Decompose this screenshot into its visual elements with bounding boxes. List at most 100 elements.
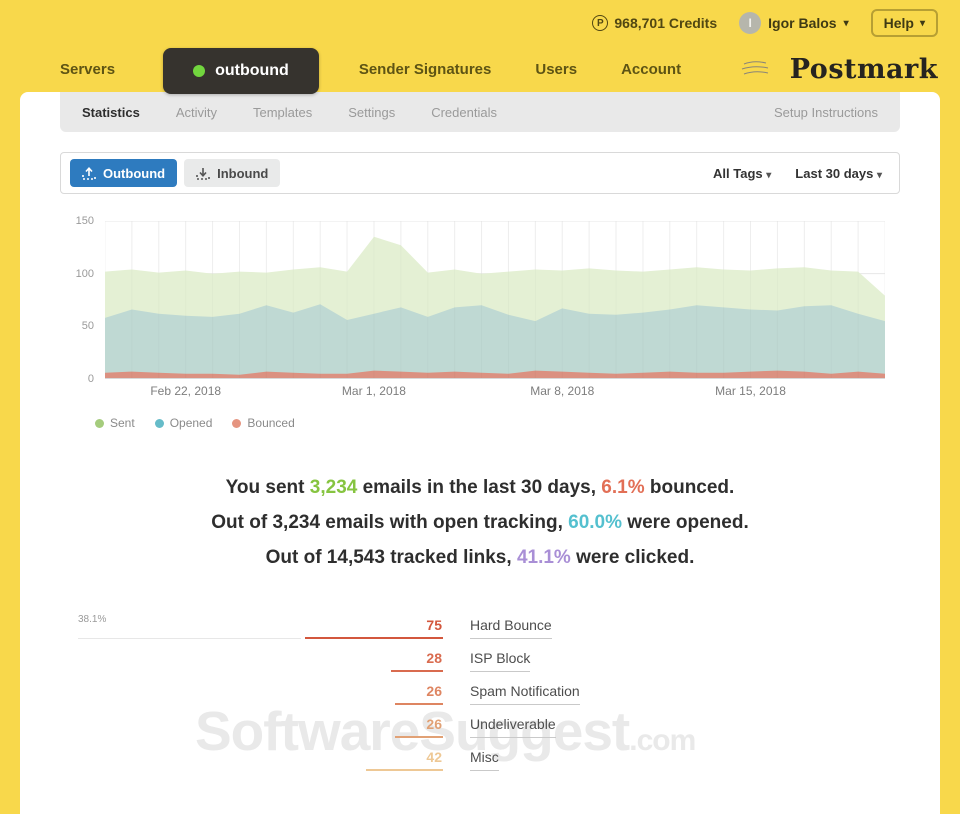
summary-text: bounced. [645, 477, 735, 498]
subnav-item-settings[interactable]: Settings [348, 105, 395, 120]
bounce-label-column: Spam Notification [470, 683, 580, 705]
bounce-count: 26 [426, 716, 442, 732]
logo-text: Postmark [790, 54, 938, 85]
summary-text: You sent [226, 477, 310, 498]
outbound-icon [82, 167, 96, 180]
tags-filter-value: All Tags [713, 166, 763, 181]
area-chart-plot [105, 221, 885, 379]
date-range-dropdown[interactable]: Last 30 days ▾ [795, 166, 882, 181]
active-server-tab[interactable]: outbound [163, 48, 319, 94]
chevron-down-icon: ▾ [844, 18, 849, 29]
legend-item-sent: Sent [95, 416, 135, 430]
nav-item-sender-signatures[interactable]: Sender Signatures [359, 61, 492, 78]
summary-text: were opened. [622, 512, 749, 533]
chart-legend: Sent Opened Bounced [95, 416, 900, 430]
subnav-item-templates[interactable]: Templates [253, 105, 312, 120]
x-axis-tick: Mar 15, 2018 [701, 384, 801, 398]
x-axis-tick: Mar 1, 2018 [324, 384, 424, 398]
x-axis-tick: Mar 8, 2018 [512, 384, 612, 398]
bounce-bar [395, 703, 443, 705]
bounce-bar-area: 26 [60, 712, 443, 738]
date-range-value: Last 30 days [795, 166, 873, 181]
chevron-down-icon: ▾ [920, 18, 925, 29]
tags-filter-dropdown[interactable]: All Tags ▾ [713, 166, 771, 181]
inbound-icon [196, 167, 210, 180]
nav-item-account[interactable]: Account [621, 61, 681, 78]
subnav-item-activity[interactable]: Activity [176, 105, 217, 120]
stats-summary: You sent 3,234 emails in the last 30 day… [60, 470, 900, 575]
chart-toolbar: Outbound Inbound All Tags ▾ Last 30 days [60, 152, 900, 194]
user-menu[interactable]: I Igor Balos ▾ [739, 12, 849, 34]
legend-item-opened: Opened [155, 416, 213, 430]
bounce-label-column: ISP Block [470, 650, 530, 672]
bounce-type-link-misc[interactable]: Misc [470, 749, 499, 771]
bounce-type-link-spam-notification[interactable]: Spam Notification [470, 683, 580, 705]
legend-item-bounced: Bounced [232, 416, 294, 430]
bounce-label-column: Hard Bounce [470, 617, 552, 639]
postmark-waves-icon [740, 56, 788, 82]
bounce-type-link-hard-bounce[interactable]: Hard Bounce [470, 617, 552, 639]
server-status-icon [193, 65, 205, 77]
x-axis-tick: Feb 22, 2018 [136, 384, 236, 398]
bounce-type-link-undeliverable[interactable]: Undeliverable [470, 716, 556, 738]
inbound-toggle-button[interactable]: Inbound [184, 159, 280, 187]
main-nav: Servers outbound Sender Signatures Users… [0, 46, 960, 92]
bounce-label-column: Undeliverable [470, 716, 556, 738]
credits-indicator[interactable]: P 968,701 Credits [592, 15, 717, 31]
bounce-bar-area: 38.1%75 [60, 613, 443, 639]
bounce-row: 26 Spam Notification [60, 679, 900, 705]
bounce-bar [395, 736, 443, 738]
account-topbar: P 968,701 Credits I Igor Balos ▾ Help ▾ [0, 0, 960, 46]
summary-line: You sent 3,234 emails in the last 30 day… [60, 470, 900, 505]
bounce-type-link-isp-block[interactable]: ISP Block [470, 650, 530, 672]
inbound-toggle-label: Inbound [217, 166, 268, 181]
avatar: I [739, 12, 761, 34]
bounce-row: 38.1%75 Hard Bounce [60, 613, 900, 639]
server-name: outbound [215, 62, 289, 80]
y-axis-tick: 0 [60, 373, 94, 385]
legend-label: Opened [170, 416, 213, 430]
bounce-count: 42 [426, 749, 442, 765]
summary-text: emails in the last 30 days, [357, 477, 601, 498]
summary-highlight: 3,234 [310, 477, 358, 498]
statistics-content: Outbound Inbound All Tags ▾ Last 30 days [20, 132, 940, 771]
bounce-label-column: Misc [470, 749, 499, 771]
legend-label: Sent [110, 416, 135, 430]
postmark-logo[interactable]: Postmark [740, 54, 938, 85]
subnav-item-setup-instructions[interactable]: Setup Instructions [774, 105, 878, 120]
summary-text: Out of 14,543 tracked links, [266, 547, 517, 568]
subnav-item-statistics[interactable]: Statistics [82, 105, 140, 120]
bounce-bar [305, 637, 443, 639]
subnav-item-credentials[interactable]: Credentials [431, 105, 497, 120]
bounce-row: 28 ISP Block [60, 646, 900, 672]
summary-highlight: 41.1% [517, 547, 571, 568]
email-volume-chart: Feb 22, 2018 Mar 1, 2018 Mar 8, 2018 Mar 15… [60, 221, 900, 402]
summary-line: Out of 3,234 emails with open tracking, … [60, 505, 900, 540]
bounce-count: 28 [426, 650, 442, 666]
chevron-down-icon: ▾ [877, 170, 882, 181]
help-button[interactable]: Help ▾ [871, 9, 938, 37]
bounce-row: 42 Misc [60, 745, 900, 771]
chevron-down-icon: ▾ [766, 170, 771, 181]
legend-label: Bounced [247, 416, 294, 430]
bounce-bar-area: 26 [60, 679, 443, 705]
nav-item-servers[interactable]: Servers [60, 61, 115, 78]
y-axis-tick: 150 [60, 215, 94, 227]
server-panel: Statistics Activity Templates Settings Crede… [20, 92, 940, 814]
bounce-row: 26 Undeliverable [60, 712, 900, 738]
legend-dot-icon [232, 419, 241, 428]
x-axis-labels: Feb 22, 2018 Mar 1, 2018 Mar 8, 2018 Mar 15… [105, 384, 900, 402]
postmark-credits-icon: P [592, 15, 608, 31]
bounce-percent-label: 38.1% [78, 614, 106, 625]
help-label: Help [884, 15, 914, 31]
credits-label: 968,701 Credits [614, 15, 717, 31]
summary-highlight: 6.1% [601, 477, 644, 498]
nav-item-users[interactable]: Users [535, 61, 577, 78]
summary-line: Out of 14,543 tracked links, 41.1% were … [60, 540, 900, 575]
bounce-count: 26 [426, 683, 442, 699]
legend-dot-icon [155, 419, 164, 428]
summary-text: Out of 3,234 emails with open tracking, [211, 512, 568, 533]
y-axis-tick: 100 [60, 268, 94, 280]
summary-text: were clicked. [571, 547, 695, 568]
outbound-toggle-button[interactable]: Outbound [70, 159, 177, 187]
